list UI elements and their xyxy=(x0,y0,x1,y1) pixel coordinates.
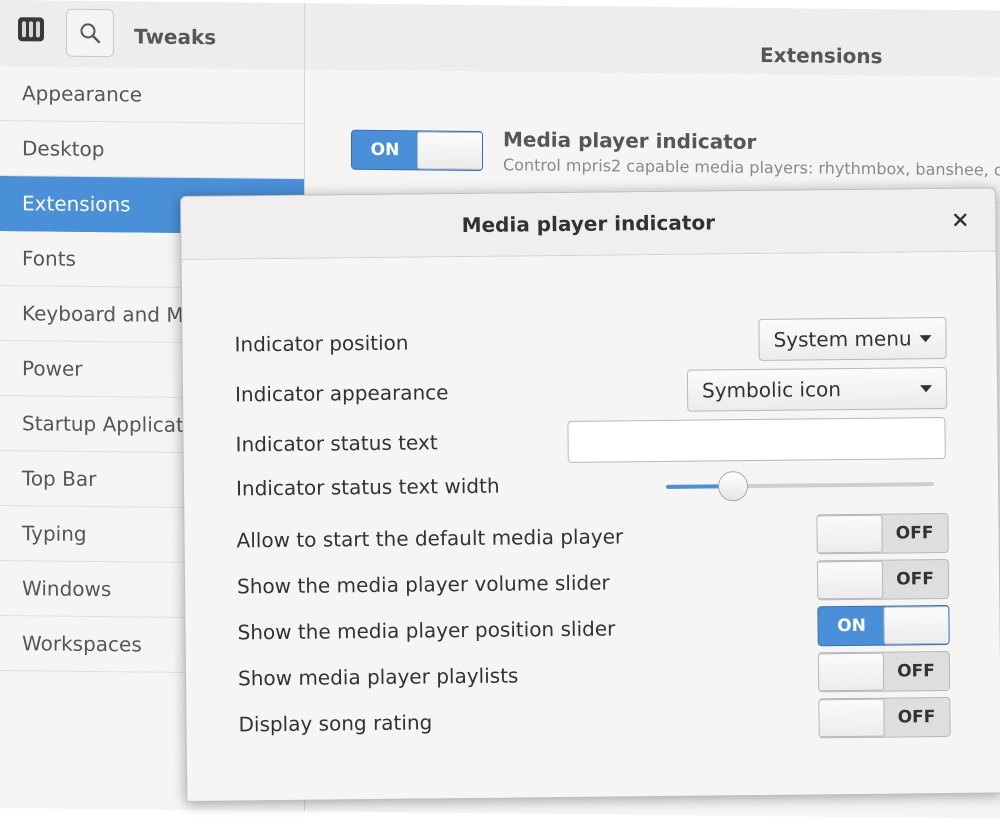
toggle-start-player[interactable]: OFF xyxy=(816,512,949,555)
extension-name: Media player indicator xyxy=(503,127,757,154)
indicator-position-value: System menu xyxy=(773,326,912,352)
toggle-label-position-slider: Show the media player position slider xyxy=(237,616,616,645)
toggle-label-volume-slider: Show the media player volume slider xyxy=(236,570,610,599)
indicator-status-text-input[interactable] xyxy=(567,416,946,463)
switch-state-label: OFF xyxy=(897,707,936,728)
indicator-appearance-combo[interactable]: Symbolic icon xyxy=(686,366,948,412)
indicator-appearance-label: Indicator appearance xyxy=(234,380,449,407)
toggle-playlists[interactable]: OFF xyxy=(817,650,951,693)
search-button[interactable] xyxy=(66,8,114,58)
switch-state-label: ON xyxy=(837,615,866,637)
toggle-label-song-rating: Display song rating xyxy=(238,710,433,737)
toggle-label-playlists: Show media player playlists xyxy=(237,663,519,691)
switch-state-label: OFF xyxy=(897,661,935,682)
toggle-position-slider[interactable]: ON xyxy=(817,604,950,647)
indicator-status-text-label: Indicator status text xyxy=(235,430,438,457)
indicator-status-width-slider[interactable] xyxy=(666,469,935,502)
switch-state-label: OFF xyxy=(896,569,935,590)
indicator-position-label: Indicator position xyxy=(234,330,409,357)
switch-state-label: OFF xyxy=(895,523,934,544)
indicator-status-width-label: Indicator status text width xyxy=(235,473,500,501)
slider-handle[interactable] xyxy=(717,471,749,502)
close-button[interactable] xyxy=(947,207,973,233)
header-divider xyxy=(304,3,305,70)
switch-knob xyxy=(818,698,885,738)
switch-knob xyxy=(417,131,483,171)
extension-enable-switch[interactable]: ON xyxy=(351,129,483,172)
toggle-label-start-player: Allow to start the default media player xyxy=(236,524,624,553)
switch-knob xyxy=(883,605,950,645)
chevron-down-icon xyxy=(919,335,932,343)
indicator-appearance-value: Symbolic icon xyxy=(701,377,842,403)
tweaks-app-icon xyxy=(14,12,48,46)
switch-knob xyxy=(816,514,883,554)
dialog-title: Media player indicator xyxy=(461,210,716,238)
switch-knob xyxy=(817,652,885,692)
sidebar-item-appearance[interactable]: Appearance xyxy=(0,66,304,125)
header-bar: Tweaks Extensions xyxy=(0,0,1000,78)
page-title: Extensions xyxy=(760,42,883,69)
search-icon xyxy=(80,23,101,44)
close-icon xyxy=(954,213,967,227)
extension-settings-dialog: Media player indicator Indicator positio… xyxy=(180,187,1000,802)
app-title: Tweaks xyxy=(134,24,217,50)
toggle-volume-slider[interactable]: OFF xyxy=(816,558,950,601)
switch-state-label: ON xyxy=(370,139,400,161)
extension-description: Control mpris2 capable media players: rh… xyxy=(503,155,1000,180)
dialog-header: Media player indicator xyxy=(181,188,996,260)
indicator-position-combo[interactable]: System menu xyxy=(758,316,947,361)
sidebar-item-desktop[interactable]: Desktop xyxy=(0,121,304,180)
switch-knob xyxy=(816,560,884,600)
chevron-down-icon xyxy=(920,385,933,393)
toggle-song-rating[interactable]: OFF xyxy=(818,696,951,739)
